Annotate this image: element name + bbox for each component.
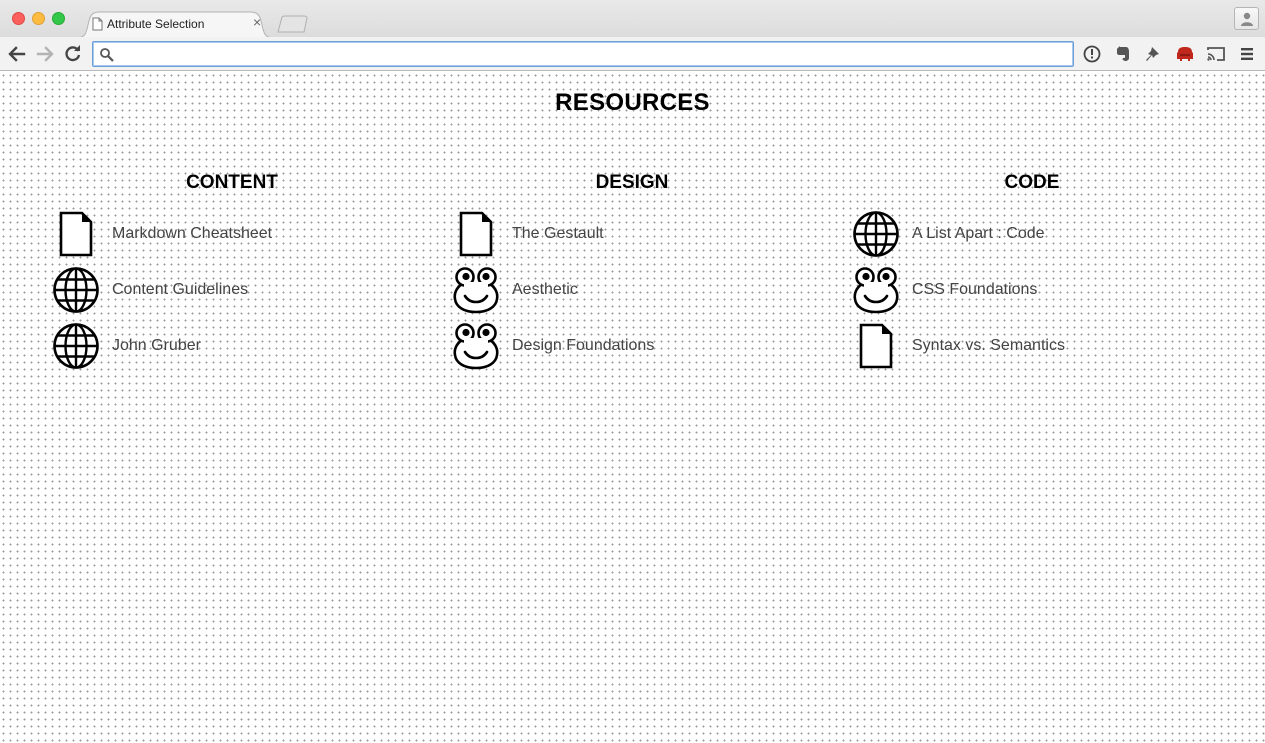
window-maximize-button[interactable]: [52, 12, 65, 25]
resource-item: Aesthetic: [432, 266, 832, 322]
address-input[interactable]: [119, 45, 1059, 63]
browser-toolbar: [0, 37, 1265, 71]
tab-title: Attribute Selection: [107, 17, 205, 31]
reload-icon[interactable]: [63, 44, 83, 64]
resource-item: A List Apart : Code: [832, 210, 1232, 266]
document-icon: [852, 322, 900, 370]
resource-item: Design Foundations: [432, 322, 832, 378]
globe-icon: [52, 322, 100, 370]
page-title: RESOURCES: [555, 89, 710, 116]
couch-extension-icon[interactable]: [1175, 44, 1195, 64]
cast-icon[interactable]: [1206, 44, 1226, 64]
resource-link-aesthetic[interactable]: Aesthetic: [512, 281, 578, 299]
resource-link-john-gruber[interactable]: John Gruber: [112, 337, 201, 355]
info-icon[interactable]: [1082, 44, 1102, 64]
resource-item: Content Guidelines: [32, 266, 432, 322]
person-icon: [1241, 12, 1253, 26]
column-code: CODE A List Apart : Code CSS Foundations…: [832, 172, 1232, 378]
resource-list: The Gestault Aesthetic Design Foundation…: [432, 210, 832, 378]
evernote-icon[interactable]: [1113, 44, 1133, 64]
resource-link-markdown-cheatsheet[interactable]: Markdown Cheatsheet: [112, 225, 272, 243]
resource-link-css-foundations[interactable]: CSS Foundations: [912, 281, 1037, 299]
profile-button[interactable]: [1234, 7, 1259, 30]
resource-link-the-gestault[interactable]: The Gestault: [512, 225, 604, 243]
back-arrow-icon[interactable]: [7, 44, 27, 64]
pin-icon[interactable]: [1144, 44, 1164, 64]
page-icon: [92, 17, 103, 36]
resource-item: The Gestault: [432, 210, 832, 266]
menu-icon[interactable]: [1237, 44, 1257, 64]
resource-item: CSS Foundations: [832, 266, 1232, 322]
resource-list: Markdown Cheatsheet Content Guidelines J…: [32, 210, 432, 378]
column-heading: CODE: [1004, 172, 1060, 193]
forward-arrow-icon[interactable]: [35, 44, 55, 64]
tab-close-icon[interactable]: ×: [253, 15, 261, 29]
address-bar[interactable]: [92, 41, 1074, 67]
tab-strip: Attribute Selection ×: [0, 0, 1265, 38]
resource-item: Markdown Cheatsheet: [32, 210, 432, 266]
globe-icon: [852, 210, 900, 258]
resource-link-syntax-vs-semantics[interactable]: Syntax vs. Semantics: [912, 337, 1065, 355]
resource-link-design-foundations[interactable]: Design Foundations: [512, 337, 654, 355]
resource-item: Syntax vs. Semantics: [832, 322, 1232, 378]
window-close-button[interactable]: [12, 12, 25, 25]
document-icon: [452, 210, 500, 258]
window-minimize-button[interactable]: [32, 12, 45, 25]
column-heading: CONTENT: [186, 172, 278, 193]
new-tab-button[interactable]: [276, 15, 310, 33]
document-icon: [52, 210, 100, 258]
globe-icon: [52, 266, 100, 314]
frog-icon: [852, 266, 900, 314]
resource-item: John Gruber: [32, 322, 432, 378]
page-content: RESOURCES CONTENT Markdown Cheatsheet Co…: [0, 72, 1265, 743]
search-icon: [100, 48, 114, 62]
browser-tab[interactable]: Attribute Selection ×: [76, 11, 274, 38]
column-content: CONTENT Markdown Cheatsheet Content Guid…: [32, 172, 432, 378]
column-design: DESIGN The Gestault Aesthetic Design Fou…: [432, 172, 832, 378]
resource-link-a-list-apart-code[interactable]: A List Apart : Code: [912, 225, 1045, 243]
column-heading: DESIGN: [595, 172, 669, 193]
frog-icon: [452, 266, 500, 314]
frog-icon: [452, 322, 500, 370]
resource-list: A List Apart : Code CSS Foundations Synt…: [832, 210, 1232, 378]
resource-link-content-guidelines[interactable]: Content Guidelines: [112, 281, 248, 299]
